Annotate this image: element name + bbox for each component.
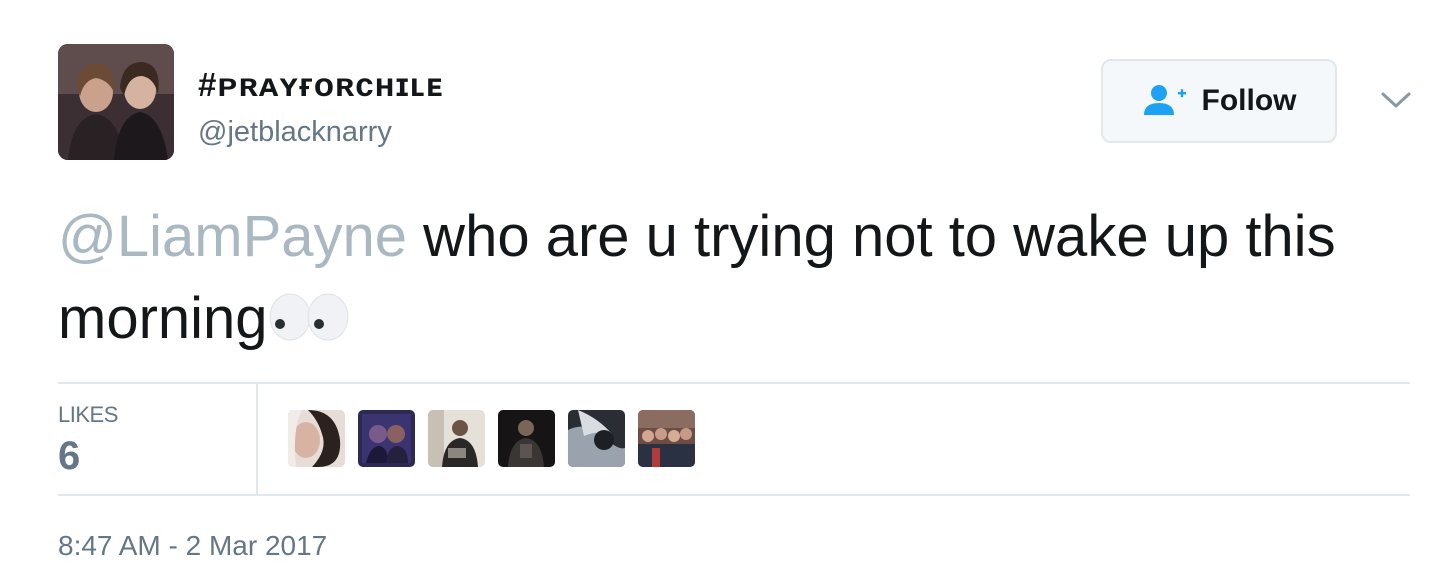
tweet-text: @LiamPayne who are u trying not to wake …: [58, 196, 1398, 360]
author-display-name[interactable]: #ᴘʀᴀʏғᴏʀᴄʜɪʟᴇ: [198, 66, 443, 104]
liker-avatars: [288, 410, 695, 467]
likes-label[interactable]: LIKES: [58, 402, 118, 428]
chevron-down-icon[interactable]: [1380, 88, 1412, 112]
stats-bottom-divider: [58, 494, 1410, 496]
follow-button[interactable]: Follow: [1101, 59, 1337, 143]
tweet-card: #ᴘʀᴀʏғᴏʀᴄʜɪʟᴇ @jetblacknarry Follow @Lia…: [0, 0, 1440, 584]
author-handle[interactable]: @jetblacknarry: [198, 116, 392, 149]
tweet-timestamp[interactable]: 8:47 AM - 2 Mar 2017: [58, 530, 327, 562]
liker-avatar-4[interactable]: [498, 410, 555, 467]
author-avatar[interactable]: [58, 44, 174, 160]
liker-avatar-5[interactable]: [568, 410, 625, 467]
eyes-emoji-icon: [269, 293, 349, 341]
liker-avatar-2[interactable]: [358, 410, 415, 467]
stats-vertical-divider: [256, 384, 258, 494]
liker-avatar-6[interactable]: [638, 410, 695, 467]
liker-avatar-3[interactable]: [428, 410, 485, 467]
likes-count[interactable]: 6: [58, 434, 80, 479]
stats-top-divider: [58, 382, 1410, 384]
liker-avatar-1[interactable]: [288, 410, 345, 467]
follow-user-icon: [1143, 85, 1186, 115]
mention-link[interactable]: @LiamPayne: [58, 204, 407, 269]
follow-button-label: Follow: [1201, 84, 1297, 117]
